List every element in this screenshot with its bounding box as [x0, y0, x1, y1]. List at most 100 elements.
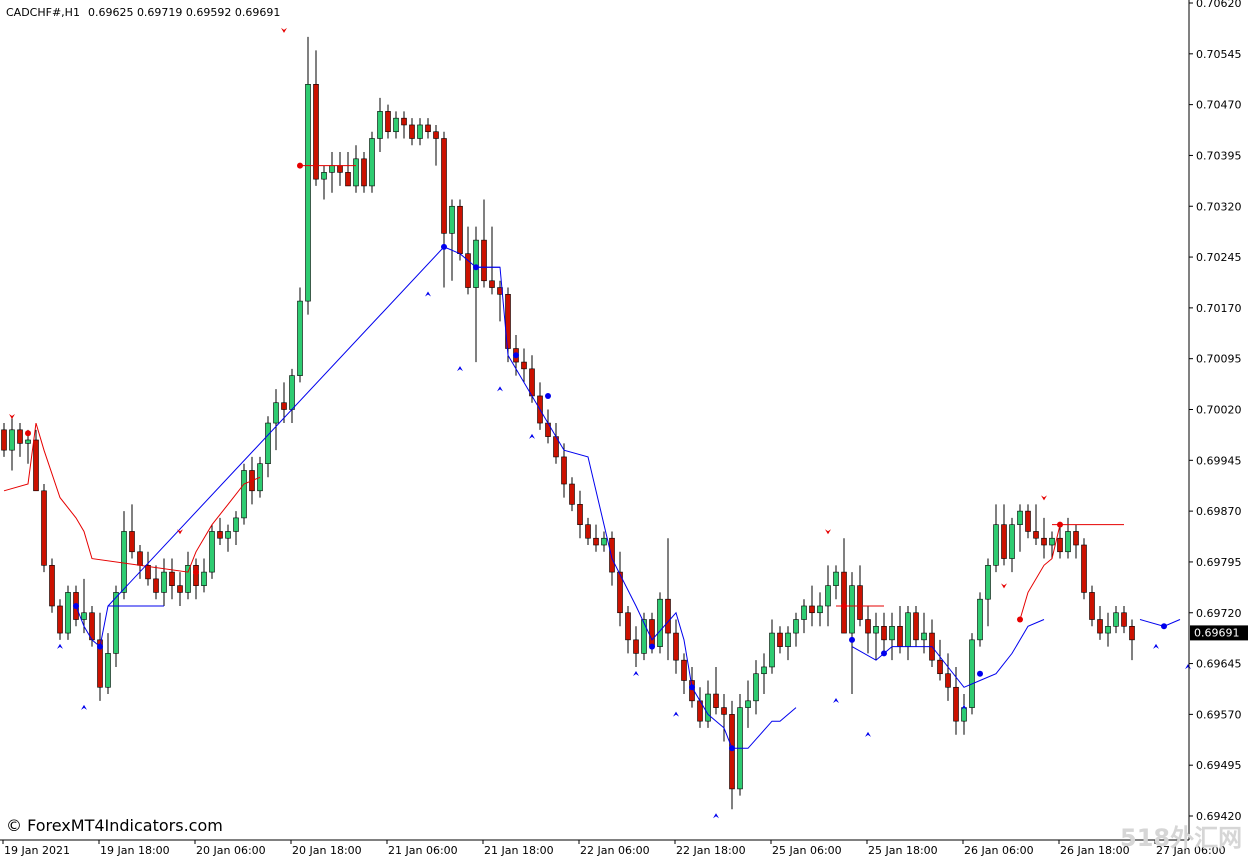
bull-candle — [257, 463, 263, 492]
price-tick-label: 0.70170 — [1196, 302, 1242, 315]
bull-candle — [769, 632, 775, 668]
bull-candle — [25, 439, 31, 444]
bear-candle — [481, 239, 487, 282]
bull-candle — [353, 158, 359, 187]
bear-candle — [1001, 524, 1007, 559]
bull-candle — [201, 571, 207, 586]
bear-candle — [937, 659, 943, 675]
symbol-header: CADCHF#,H1 0.69625 0.69719 0.69592 0.6969… — [6, 6, 280, 19]
bear-candle — [425, 124, 431, 133]
bear-candle — [1073, 531, 1079, 546]
support-dot — [97, 643, 103, 650]
bull-candle — [9, 429, 15, 451]
bull-candle — [825, 585, 831, 607]
chart-window[interactable]: 0.70620 0.70545 0.70470 0.70395 0.70320 0.702… — [0, 0, 1253, 862]
bull-candle — [849, 585, 855, 634]
support-dot — [473, 264, 479, 271]
bull-candle — [785, 632, 791, 647]
bear-candle — [1025, 510, 1031, 532]
bull-candle — [1105, 625, 1111, 634]
bull-candle — [889, 625, 895, 641]
support-dot — [1161, 623, 1167, 630]
plot-background — [0, 0, 1253, 862]
price-tick-label: 0.69945 — [1196, 454, 1242, 467]
candlestick-chart[interactable]: 0.70620 0.70545 0.70470 0.70395 0.70320 0.702… — [0, 0, 1253, 862]
bull-candle — [329, 165, 335, 173]
bull-candle — [113, 592, 119, 654]
bull-candle — [81, 612, 87, 620]
support-dot — [545, 392, 551, 399]
bull-candle — [705, 693, 711, 722]
time-tick-label: 26 Jan 06:00 — [964, 844, 1034, 857]
bear-candle — [569, 483, 575, 505]
bull-candle — [817, 605, 823, 614]
time-tick-label: 22 Jan 18:00 — [676, 844, 746, 857]
bear-candle — [777, 632, 783, 647]
support-dot — [649, 643, 655, 650]
bear-candle — [89, 612, 95, 641]
price-tick-label: 0.70545 — [1196, 48, 1242, 61]
bull-candle — [225, 531, 231, 539]
bear-candle — [17, 429, 23, 444]
bull-candle — [1049, 537, 1055, 546]
bull-candle — [473, 239, 479, 288]
bull-candle — [833, 571, 839, 586]
bull-candle — [985, 565, 991, 600]
bull-candle — [121, 531, 127, 593]
resistance-dot — [193, 569, 199, 576]
bear-candle — [729, 714, 735, 790]
bull-candle — [969, 639, 975, 708]
price-tick-label: 0.70470 — [1196, 99, 1242, 112]
bull-candle — [289, 375, 295, 410]
price-tick-label: 0.69570 — [1196, 708, 1242, 721]
bear-candle — [625, 612, 631, 641]
ohlc-values: 0.69625 0.69719 0.69592 0.69691 — [88, 6, 280, 19]
support-dot — [73, 602, 79, 609]
bear-candle — [1033, 531, 1039, 539]
bear-candle — [1097, 619, 1103, 634]
bull-candle — [905, 612, 911, 647]
watermark-left: © ForexMT4Indicators.com — [6, 816, 223, 835]
bear-candle — [313, 84, 319, 180]
bear-candle — [881, 625, 887, 641]
bear-candle — [609, 537, 615, 573]
bull-candle — [105, 653, 111, 688]
bear-candle — [385, 111, 391, 133]
bear-candle — [593, 537, 599, 546]
bull-candle — [1065, 531, 1071, 553]
resistance-dot — [1057, 521, 1063, 528]
time-tick-label: 21 Jan 18:00 — [484, 844, 554, 857]
bear-candle — [721, 707, 727, 715]
watermark-right: 518外汇网 — [1120, 824, 1242, 852]
bull-candle — [369, 138, 375, 187]
bull-candle — [305, 84, 311, 302]
price-tick-label: 0.69870 — [1196, 505, 1242, 518]
bear-candle — [649, 619, 655, 647]
bear-candle — [529, 368, 535, 397]
bear-candle — [129, 531, 135, 553]
bear-candle — [913, 612, 919, 641]
bull-candle — [801, 605, 807, 620]
bull-candle — [449, 205, 455, 234]
bull-candle — [297, 300, 303, 376]
symbol-name: CADCHF#,H1 — [6, 6, 80, 19]
price-tick-label: 0.69795 — [1196, 556, 1242, 569]
bear-candle — [345, 172, 351, 187]
bull-candle — [793, 619, 799, 634]
price-tick-label: 0.70095 — [1196, 353, 1242, 366]
bull-candle — [761, 666, 767, 675]
bull-candle — [185, 565, 191, 593]
bear-candle — [41, 490, 47, 566]
bear-candle — [673, 632, 679, 661]
bear-candle — [217, 531, 223, 539]
bear-candle — [1081, 544, 1087, 593]
bear-candle — [137, 551, 143, 566]
bull-candle — [1113, 612, 1119, 627]
bull-candle — [745, 700, 751, 708]
bear-candle — [1, 429, 7, 451]
bear-candle — [169, 571, 175, 586]
support-dot — [729, 745, 735, 752]
bear-candle — [153, 578, 159, 593]
bull-candle — [873, 625, 879, 634]
bear-candle — [193, 565, 199, 586]
